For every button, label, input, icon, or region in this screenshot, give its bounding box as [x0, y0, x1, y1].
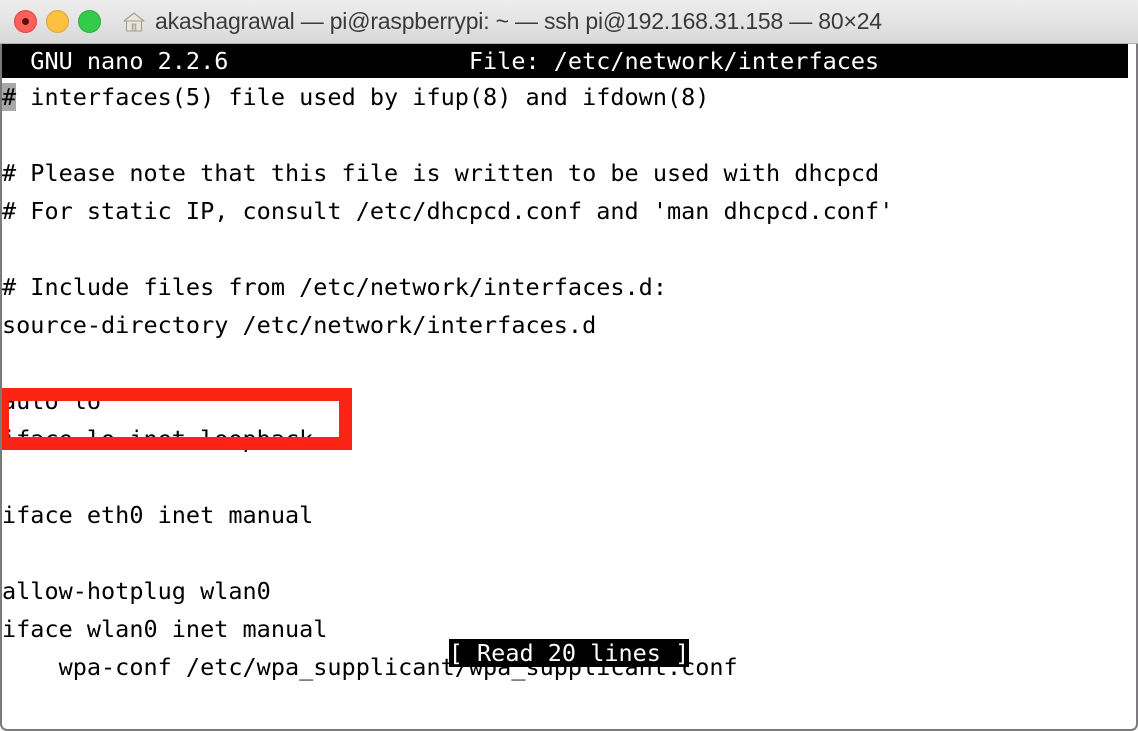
line-text: auto lo: [2, 387, 102, 415]
nano-header-bar: GNU nano 2.2.6 File: /etc/network/interf…: [2, 44, 1128, 78]
status-message: [ Read 20 lines ]: [448, 639, 690, 667]
close-window-button[interactable]: [14, 10, 37, 33]
window-titlebar: akashagrawal — pi@raspberrypi: ~ — ssh p…: [0, 0, 1138, 44]
line-text: # Include files from /etc/network/interf…: [2, 273, 667, 301]
nano-text-line: iface eth0 inet manual: [2, 496, 1136, 534]
line-text: # For static IP, consult /etc/dhcpcd.con…: [2, 197, 894, 225]
terminal-window[interactable]: GNU nano 2.2.6 File: /etc/network/interf…: [0, 44, 1138, 731]
nano-text-line: iface lo inet loopback: [2, 420, 1136, 458]
line-text: interfaces(5) file used by ifup(8) and i…: [16, 83, 710, 111]
nano-text-line: # Include files from /etc/network/interf…: [2, 268, 1136, 306]
nano-text-line: auto lo: [2, 382, 1136, 420]
line-text: iface lo inet loopback: [2, 425, 314, 453]
nano-text-line: [2, 534, 1136, 572]
window-title: akashagrawal — pi@raspberrypi: ~ — ssh p…: [155, 8, 882, 34]
line-text: source-directory /etc/network/interfaces…: [2, 311, 597, 339]
nano-text-line: [2, 230, 1136, 268]
nano-text-line: # Please note that this file is written …: [2, 154, 1136, 192]
maximize-window-button[interactable]: [78, 10, 101, 33]
nano-shortcut-bar: ^G Get Help^O WriteOut^R Read File^Y Pre…: [2, 668, 1136, 729]
terminal-screenshot: akashagrawal — pi@raspberrypi: ~ — ssh p…: [0, 0, 1138, 731]
line-text: iface eth0 inet manual: [2, 501, 314, 529]
line-text: [2, 539, 16, 567]
nano-text-line: [2, 344, 1136, 382]
nano-text-line: [2, 116, 1136, 154]
nano-text-line: allow-hotplug wlan0: [2, 572, 1136, 610]
line-text: [2, 349, 16, 377]
nano-text-line: source-directory /etc/network/interfaces…: [2, 306, 1136, 344]
nano-text-line: # For static IP, consult /etc/dhcpcd.con…: [2, 192, 1136, 230]
line-text: allow-hotplug wlan0: [2, 577, 271, 605]
line-text: [2, 463, 16, 491]
nano-text-line: # interfaces(5) file used by ifup(8) and…: [2, 78, 1136, 116]
line-text: [2, 235, 16, 263]
nano-status-line: [ Read 20 lines ]: [2, 638, 1136, 668]
minimize-window-button[interactable]: [46, 10, 69, 33]
nano-text-area[interactable]: # interfaces(5) file used by ifup(8) and…: [2, 78, 1136, 681]
nano-text-line: [2, 458, 1136, 496]
line-text: # Please note that this file is written …: [2, 159, 880, 187]
line-text: [2, 121, 16, 149]
text-cursor: #: [2, 83, 17, 111]
home-icon: [123, 11, 145, 32]
